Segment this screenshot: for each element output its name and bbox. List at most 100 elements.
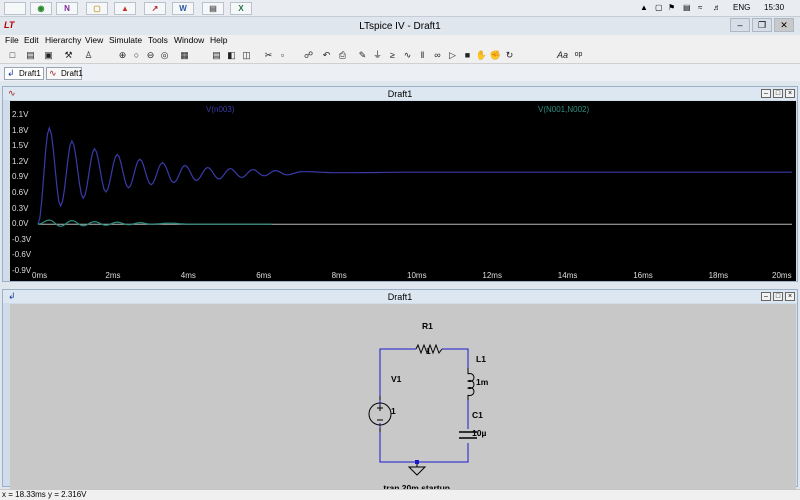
x-tick-label: 20ms: [772, 271, 792, 280]
move-icon[interactable]: ✋: [475, 49, 488, 61]
tab-schematic-label: Draft1: [19, 69, 41, 78]
rotate-icon[interactable]: ↻: [503, 49, 516, 61]
tile-icon[interactable]: ◫: [240, 49, 253, 61]
excel-icon[interactable]: X: [230, 2, 252, 15]
onenote-icon[interactable]: N: [56, 2, 78, 15]
l1-value-label[interactable]: 1m: [476, 377, 488, 387]
word-icon[interactable]: W: [172, 2, 194, 15]
close-button[interactable]: ✕: [774, 18, 794, 32]
y-tick-label: 0.6V: [12, 188, 29, 197]
x-tick-label: 12ms: [482, 271, 502, 280]
window-title: LTspice IV - Draft1: [359, 21, 441, 32]
schematic-maximize-button[interactable]: □: [773, 292, 783, 301]
x-tick-label: 6ms: [256, 271, 272, 280]
schematic-window-title: Draft1: [387, 292, 413, 302]
app-icon[interactable]: [4, 2, 26, 15]
tile-horizontal-icon[interactable]: ▤: [210, 49, 223, 61]
control-panel-icon[interactable]: ⚒: [62, 49, 75, 61]
waveform-maximize-button[interactable]: □: [773, 89, 783, 98]
zoom-fit-icon[interactable]: ◎: [158, 49, 171, 61]
minimize-button[interactable]: –: [730, 18, 750, 32]
ground-icon[interactable]: ⏚: [371, 49, 384, 61]
v1-name-label[interactable]: V1: [391, 374, 401, 384]
menu-tools[interactable]: Tools: [148, 35, 168, 45]
c1-value-label[interactable]: 10µ: [472, 428, 486, 438]
autorange-icon[interactable]: ▦: [178, 49, 191, 61]
save-icon[interactable]: ▣: [42, 49, 55, 61]
c1-name-label[interactable]: C1: [472, 410, 483, 420]
wire[interactable]: [442, 348, 469, 374]
waveform-svg: [37, 126, 792, 227]
schematic-close-button[interactable]: ×: [785, 292, 795, 301]
resistor-icon[interactable]: ∿: [401, 49, 414, 61]
document-tab-strip: ↲ Draft1 ∿ Draft1: [0, 64, 800, 81]
l1-name-label[interactable]: L1: [476, 354, 486, 364]
waveform-close-button[interactable]: ×: [785, 89, 795, 98]
wire[interactable]: [379, 423, 469, 463]
menu-edit[interactable]: Edit: [24, 35, 39, 45]
capacitor-icon[interactable]: ‖: [416, 49, 429, 61]
drag-icon[interactable]: ✊: [489, 49, 502, 61]
schematic-canvas[interactable]: R1 1 L1 1m C1 10µ V1 1 .tran 20m startup: [10, 304, 796, 498]
y-tick-label: -0.3V: [12, 234, 32, 244]
ltspice-icon[interactable]: ↗: [144, 2, 166, 15]
menu-hierarchy[interactable]: Hierarchy: [45, 35, 81, 45]
folder-icon[interactable]: ▢: [86, 2, 108, 15]
restore-button[interactable]: ❐: [752, 18, 772, 32]
pan-icon[interactable]: ○: [130, 49, 143, 61]
y-tick-label: -0.9V: [12, 266, 32, 275]
r1-name-label[interactable]: R1: [422, 321, 433, 331]
new-schematic-icon[interactable]: □: [6, 49, 19, 61]
y-tick-label: 1.8V: [12, 125, 29, 135]
x-tick-label: 10ms: [407, 271, 427, 280]
component-icon[interactable]: ■: [461, 49, 474, 61]
files-icon[interactable]: ▤: [202, 2, 224, 15]
spice-directive-icon[interactable]: op: [572, 49, 585, 61]
chrome-icon[interactable]: ◉: [30, 2, 52, 15]
tray-arrow-icon[interactable]: ▲: [640, 3, 648, 12]
wire-icon[interactable]: ✎: [356, 49, 369, 61]
flag-icon[interactable]: ⚑: [668, 3, 675, 12]
menu-simulate[interactable]: Simulate: [109, 35, 142, 45]
tab-waveform[interactable]: ∿ Draft1: [46, 67, 83, 80]
tab-schematic[interactable]: ↲ Draft1: [4, 67, 44, 80]
tray-box-icon[interactable]: ▢: [655, 3, 663, 12]
menu-help[interactable]: Help: [210, 35, 227, 45]
waveform-plot[interactable]: V(n003) V(N001,N002): [10, 101, 796, 281]
menu-window[interactable]: Window: [174, 35, 204, 45]
adobe-icon[interactable]: ▲: [114, 2, 136, 15]
zoom-in-icon[interactable]: ⊕: [116, 49, 129, 61]
trace-label-vn003[interactable]: V(n003): [206, 105, 234, 114]
trace-vn003[interactable]: [37, 126, 792, 225]
v1-value-label[interactable]: 1: [391, 406, 396, 416]
text-icon[interactable]: Aa: [556, 49, 569, 61]
open-icon[interactable]: ▤: [24, 49, 37, 61]
schematic-minimize-button[interactable]: –: [761, 292, 771, 301]
label-icon[interactable]: ≥: [386, 49, 399, 61]
undo-icon[interactable]: ↶: [320, 49, 333, 61]
tab-waveform-label: Draft1: [61, 69, 83, 78]
cascade-icon[interactable]: ◧: [225, 49, 238, 61]
r1-value-label[interactable]: 1: [426, 346, 431, 356]
trace-label-vn001-n002[interactable]: V(N001,N002): [538, 105, 589, 114]
volume-icon[interactable]: ♬: [713, 3, 721, 12]
wifi-icon[interactable]: ≈: [698, 3, 702, 12]
network-icon[interactable]: ▤: [683, 3, 691, 12]
inductor-icon[interactable]: ∞: [431, 49, 444, 61]
waveform-window-title: Draft1: [387, 89, 413, 99]
trace-vn001-n002[interactable]: [37, 219, 272, 227]
waveform-minimize-button[interactable]: –: [761, 89, 771, 98]
menu-file[interactable]: File: [5, 35, 19, 45]
copy-icon[interactable]: ▫: [276, 49, 289, 61]
cut-icon[interactable]: ✂: [262, 49, 275, 61]
find-icon[interactable]: ☍: [302, 49, 315, 61]
diode-icon[interactable]: ▷: [446, 49, 459, 61]
menu-view[interactable]: View: [85, 35, 103, 45]
clock[interactable]: 15:30: [764, 3, 784, 12]
inductor-l1[interactable]: [466, 368, 475, 400]
run-icon[interactable]: ♙: [82, 49, 95, 61]
language-indicator[interactable]: ENG: [733, 3, 750, 12]
waveform-window-titlebar: ∿ Draft1 – □ ×: [3, 87, 797, 100]
zoom-out-icon[interactable]: ⊖: [144, 49, 157, 61]
print-icon[interactable]: ⎙: [336, 49, 349, 61]
